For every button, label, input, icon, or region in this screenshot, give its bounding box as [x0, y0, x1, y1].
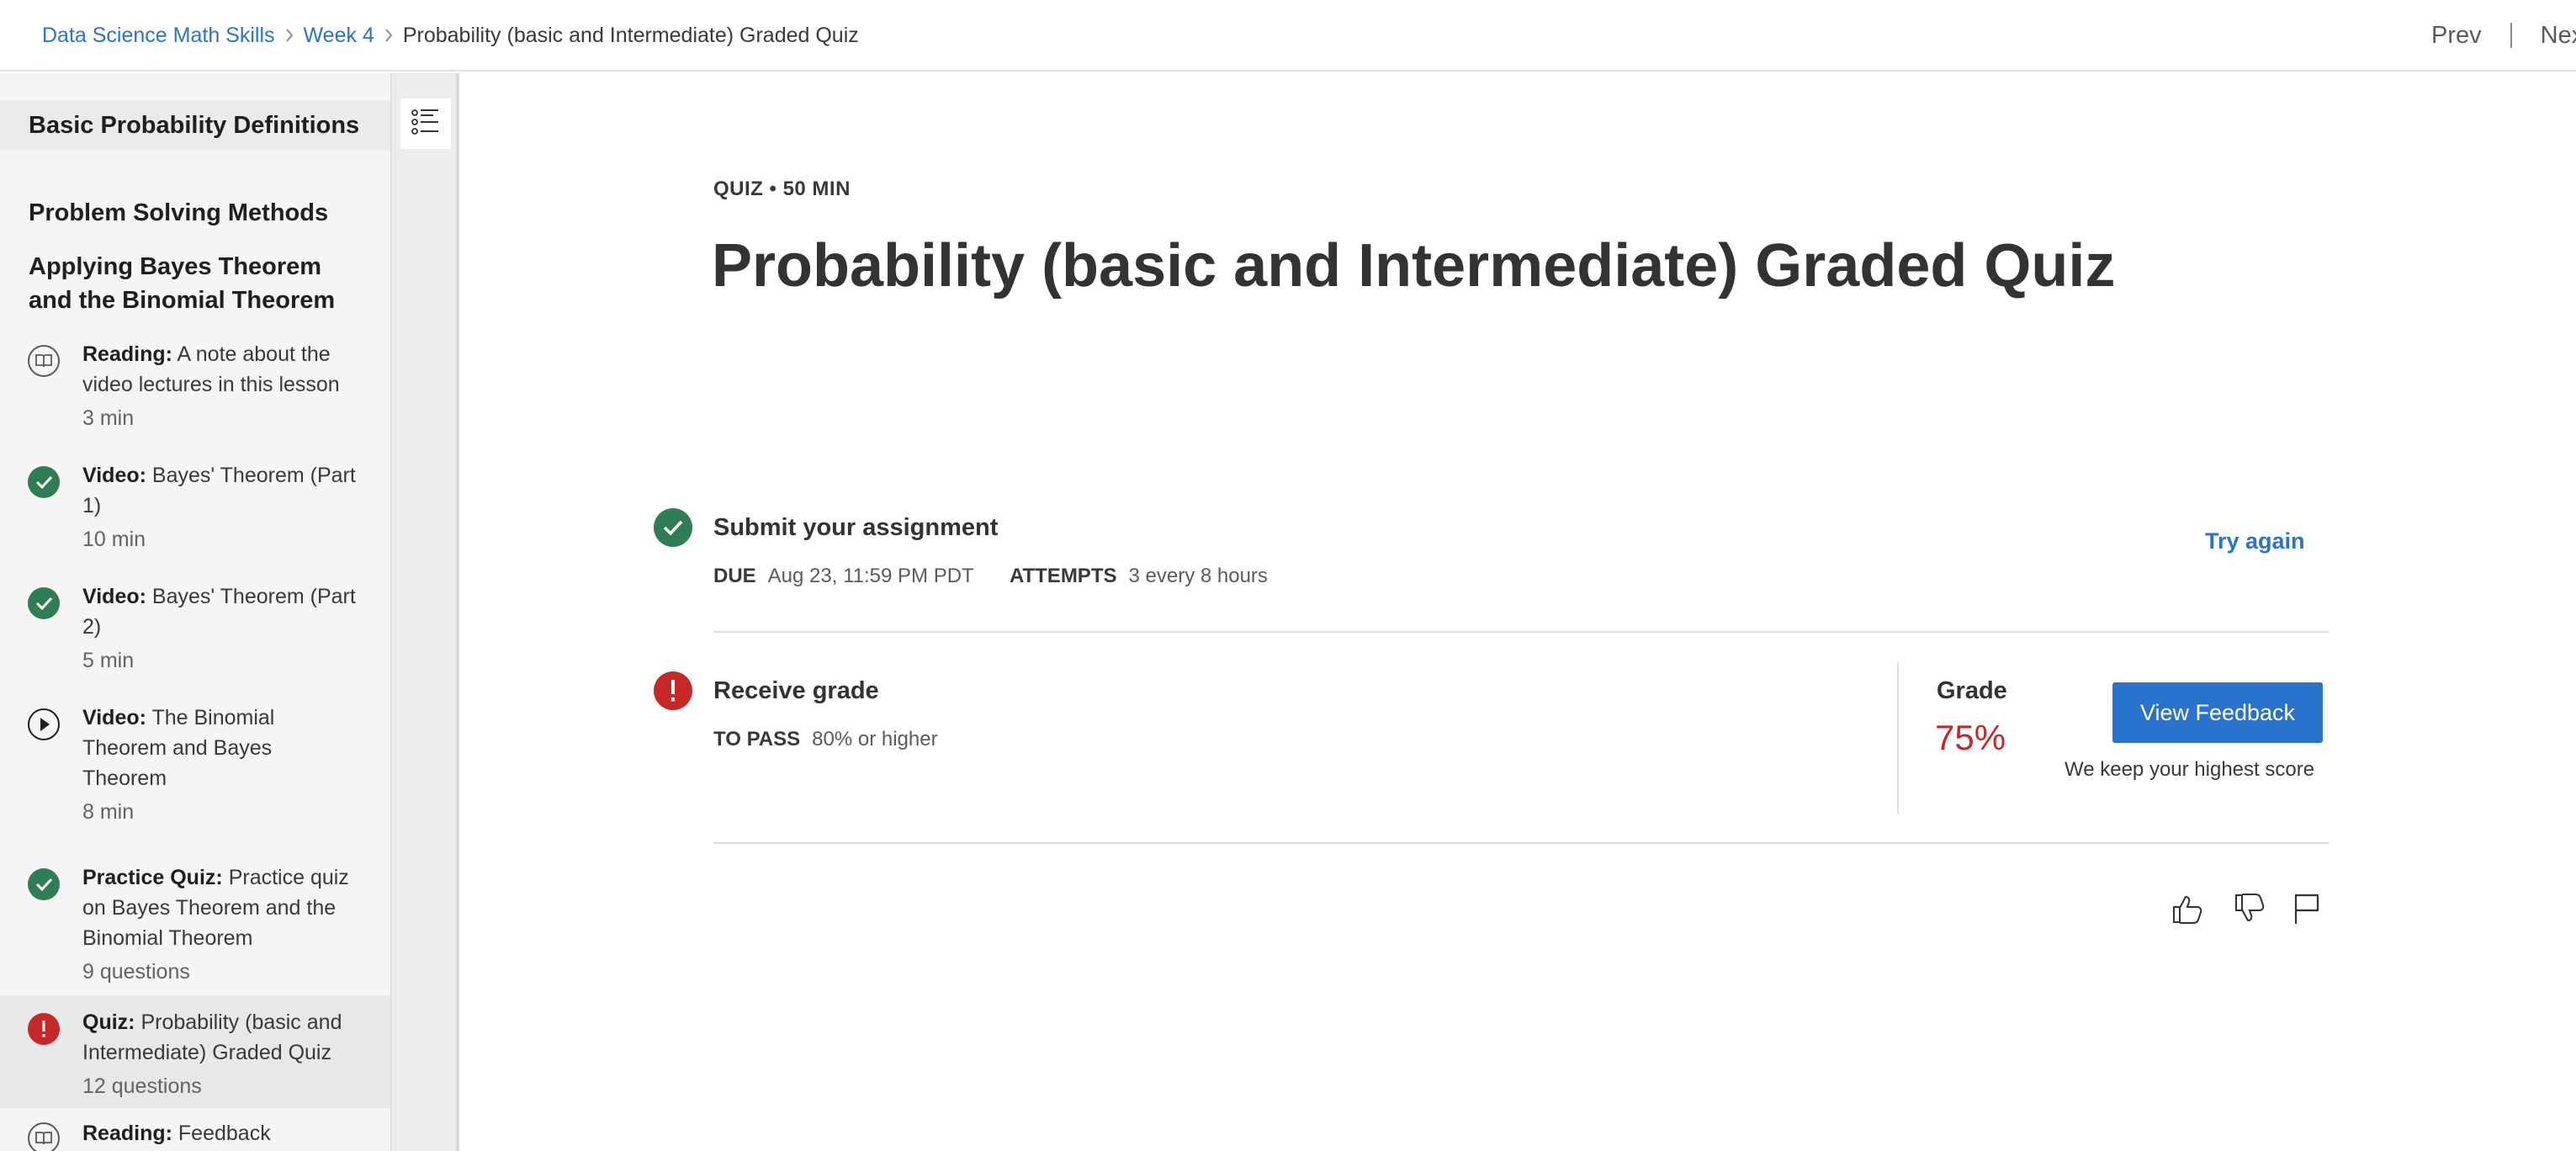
- sidebar-item-text: Practice Quiz: Practice quiz on Bayes Th…: [82, 862, 360, 987]
- breadcrumb-current: Probability (basic and Intermediate) Gra…: [402, 23, 859, 47]
- item-type: Video:: [82, 464, 146, 487]
- section-divider: [713, 631, 2329, 633]
- item-type: Reading:: [82, 342, 172, 366]
- breadcrumb-week-link[interactable]: Week 4: [304, 24, 374, 48]
- receive-grade-title: Receive grade: [713, 677, 879, 704]
- main-content: QUIZ • 50 MIN Probability (basic and Int…: [463, 73, 2576, 1151]
- chevron-right-icon: [275, 28, 304, 43]
- book-icon: [27, 344, 61, 378]
- attempts-label: ATTEMPTS: [1009, 565, 1117, 587]
- sidebar-item-practice-quiz[interactable]: Practice Quiz: Practice quiz on Bayes Th…: [0, 854, 390, 997]
- item-duration: 5 min: [82, 649, 135, 672]
- item-type: Video:: [82, 706, 146, 729]
- item-duration: 10 min: [82, 528, 146, 551]
- prev-link[interactable]: Prev: [2431, 22, 2482, 50]
- sidebar-section-basic-probability[interactable]: Basic Probability Definitions: [0, 100, 390, 151]
- sidebar-item-graded-quiz[interactable]: Quiz: Probability (basic and Intermediat…: [0, 995, 390, 1108]
- outline-toggle-button[interactable]: [400, 98, 451, 149]
- sidebar-item-text: Quiz: Probability (basic and Intermediat…: [82, 1007, 360, 1101]
- try-again-link[interactable]: Try again: [2205, 528, 2305, 554]
- check-circle-icon: [653, 507, 693, 548]
- item-type: Practice Quiz:: [82, 866, 223, 889]
- due-value: Aug 23, 11:59 PM PDT: [767, 565, 974, 587]
- grade-value: 75%: [1935, 718, 2006, 757]
- breadcrumb-course-link[interactable]: Data Science Math Skills: [42, 24, 275, 48]
- check-circle-icon: [27, 586, 61, 620]
- alert-circle-icon: [653, 671, 693, 711]
- sidebar-item-text: Reading: Feedback: [82, 1118, 360, 1148]
- check-circle-icon: [27, 465, 61, 499]
- breadcrumb: Data Science Math Skills Week 4 Probabil…: [42, 22, 859, 49]
- submit-assignment-meta: DUE Aug 23, 11:59 PM PDT ATTEMPTS 3 every …: [713, 565, 1268, 588]
- item-question-count: 9 questions: [82, 960, 190, 984]
- section-divider: [713, 842, 2329, 844]
- alert-circle-icon: [27, 1012, 61, 1046]
- sidebar-item-text: Video: Bayes' Theorem (Part 1) 10 min: [82, 460, 360, 554]
- play-circle-icon: [27, 708, 61, 741]
- thumbs-down-icon[interactable]: [2231, 890, 2268, 927]
- chevron-right-icon: [374, 28, 403, 43]
- section-label: Applying Bayes Theorem and the Binomial …: [29, 253, 336, 314]
- flag-icon[interactable]: [2288, 890, 2325, 927]
- attempts-value: 3 every 8 hours: [1128, 565, 1268, 587]
- submit-assignment-title: Submit your assignment: [713, 514, 999, 541]
- sidebar-toggle-column: [392, 73, 459, 1151]
- sidebar-item-video-bayes-2[interactable]: Video: Bayes' Theorem (Part 2) 5 min: [0, 581, 390, 691]
- check-circle-icon: [27, 867, 61, 901]
- due-label: DUE: [713, 565, 756, 587]
- next-link[interactable]: Next: [2541, 22, 2576, 50]
- section-label: Problem Solving Methods: [29, 199, 329, 226]
- sidebar-item-text: Video: The Binomial Theorem and Bayes Th…: [82, 703, 360, 827]
- nav-divider: [2510, 23, 2512, 48]
- view-feedback-button[interactable]: View Feedback: [2112, 682, 2323, 743]
- item-kicker: QUIZ • 50 MIN: [713, 178, 851, 200]
- sidebar-item-text: Video: Bayes' Theorem (Part 2) 5 min: [82, 581, 360, 676]
- section-label: Basic Probability Definitions: [29, 112, 360, 139]
- item-question-count: 12 questions: [82, 1074, 202, 1098]
- list-icon: [411, 107, 441, 141]
- to-pass-value: 80% or higher: [812, 728, 938, 751]
- item-type: Video:: [82, 585, 146, 608]
- item-type: Quiz:: [82, 1010, 135, 1034]
- receive-grade-meta: TO PASS 80% or higher: [713, 728, 938, 751]
- item-title: Feedback: [178, 1122, 271, 1145]
- grade-divider: [1897, 662, 1899, 814]
- item-type: Reading:: [82, 1122, 172, 1145]
- course-outline-sidebar: Basic Probability Definitions Problem So…: [0, 73, 392, 1151]
- sidebar-item-reading-note[interactable]: Reading: A note about the video lectures…: [0, 339, 390, 448]
- page-title: Probability (basic and Intermediate) Gra…: [712, 232, 2116, 300]
- to-pass-label: TO PASS: [713, 728, 801, 751]
- sidebar-item-video-bayes-1[interactable]: Video: Bayes' Theorem (Part 1) 10 min: [0, 460, 390, 570]
- item-duration: 8 min: [82, 800, 135, 824]
- sidebar-section-bayes-binomial[interactable]: Applying Bayes Theorem and the Binomial …: [0, 250, 390, 317]
- grade-label: Grade: [1937, 677, 2007, 704]
- prev-next-nav: Prev Next: [2431, 20, 2576, 50]
- sidebar-item-video-binomial[interactable]: Video: The Binomial Theorem and Bayes Th…: [0, 703, 390, 846]
- highest-score-note: We keep your highest score: [2065, 758, 2315, 781]
- sidebar-section-problem-solving[interactable]: Problem Solving Methods: [0, 196, 390, 230]
- thumbs-up-icon[interactable]: [2169, 890, 2206, 927]
- item-duration: 3 min: [82, 406, 135, 430]
- book-icon: [27, 1122, 61, 1151]
- sidebar-item-text: Reading: A note about the video lectures…: [82, 339, 360, 433]
- sidebar-item-reading-feedback[interactable]: Reading: Feedback: [0, 1117, 390, 1151]
- top-bar: Data Science Math Skills Week 4 Probabil…: [0, 0, 2576, 72]
